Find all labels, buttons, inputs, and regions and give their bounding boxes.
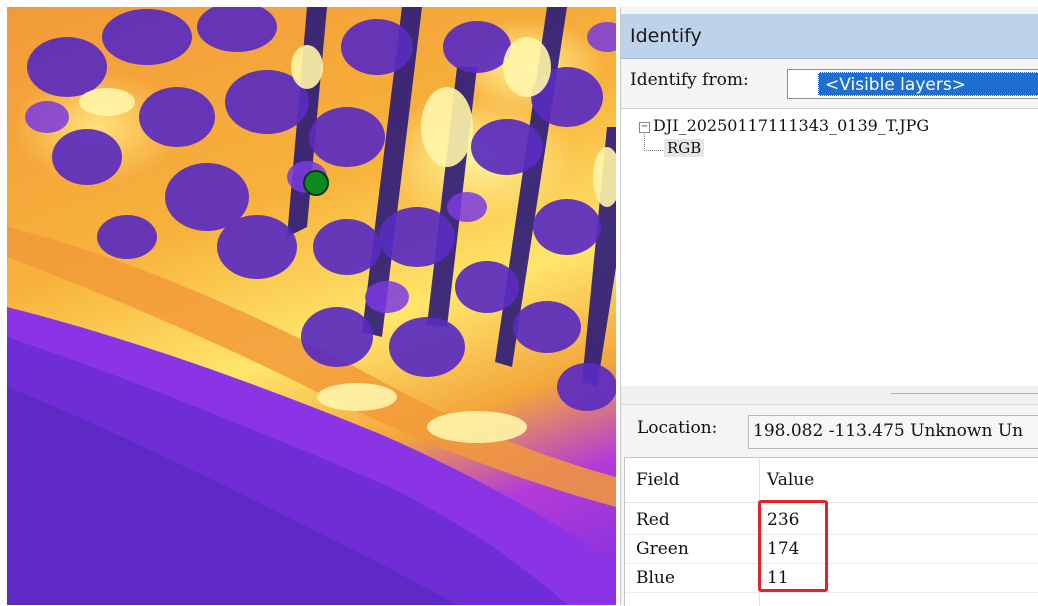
thermal-map-graphic	[7, 7, 616, 605]
thermal-image-map[interactable]	[7, 7, 616, 605]
tree-node-layer[interactable]: DJI_20250117111343_0139_T.JPG	[653, 116, 929, 135]
identify-title-bar[interactable]: Identify	[621, 14, 1038, 59]
field-cell: Red	[636, 510, 670, 530]
table-row[interactable]: Green 174	[625, 535, 1038, 564]
location-field[interactable]: 198.082 -113.475 Unknown Un	[748, 415, 1038, 449]
identify-panel: Identify Identify from: <Visible layers>…	[620, 7, 1038, 606]
location-value: 198.082 -113.475 Unknown Un	[753, 421, 1024, 441]
location-label: Location:	[637, 418, 718, 438]
column-header-value[interactable]: Value	[767, 470, 814, 490]
identify-from-dropdown[interactable]: <Visible layers>	[787, 69, 1038, 99]
value-highlight-box	[758, 500, 828, 592]
splitter-grip	[891, 393, 1038, 394]
tree-node-rgb[interactable]: RGB	[664, 139, 705, 157]
identify-from-selected-value[interactable]: <Visible layers>	[818, 72, 1038, 96]
attribute-table: Field Value Red 236 Green 174 Blue 11	[624, 457, 1038, 606]
green-circle-marker-icon	[303, 170, 329, 196]
tree-connector-line	[644, 134, 663, 151]
table-row[interactable]: Blue 11	[625, 564, 1038, 593]
table-row[interactable]: Red 236	[625, 506, 1038, 535]
field-cell: Green	[636, 539, 689, 559]
panel-title: Identify	[630, 25, 702, 47]
column-header-field[interactable]: Field	[636, 470, 680, 490]
identify-from-label: Identify from:	[630, 70, 749, 90]
field-cell: Blue	[636, 568, 675, 588]
header-divider	[625, 502, 1038, 503]
collapse-minus-icon[interactable]: −	[639, 122, 650, 133]
panel-splitter[interactable]	[621, 386, 1038, 405]
results-tree[interactable]: − DJI_20250117111343_0139_T.JPG RGB	[621, 108, 1038, 387]
